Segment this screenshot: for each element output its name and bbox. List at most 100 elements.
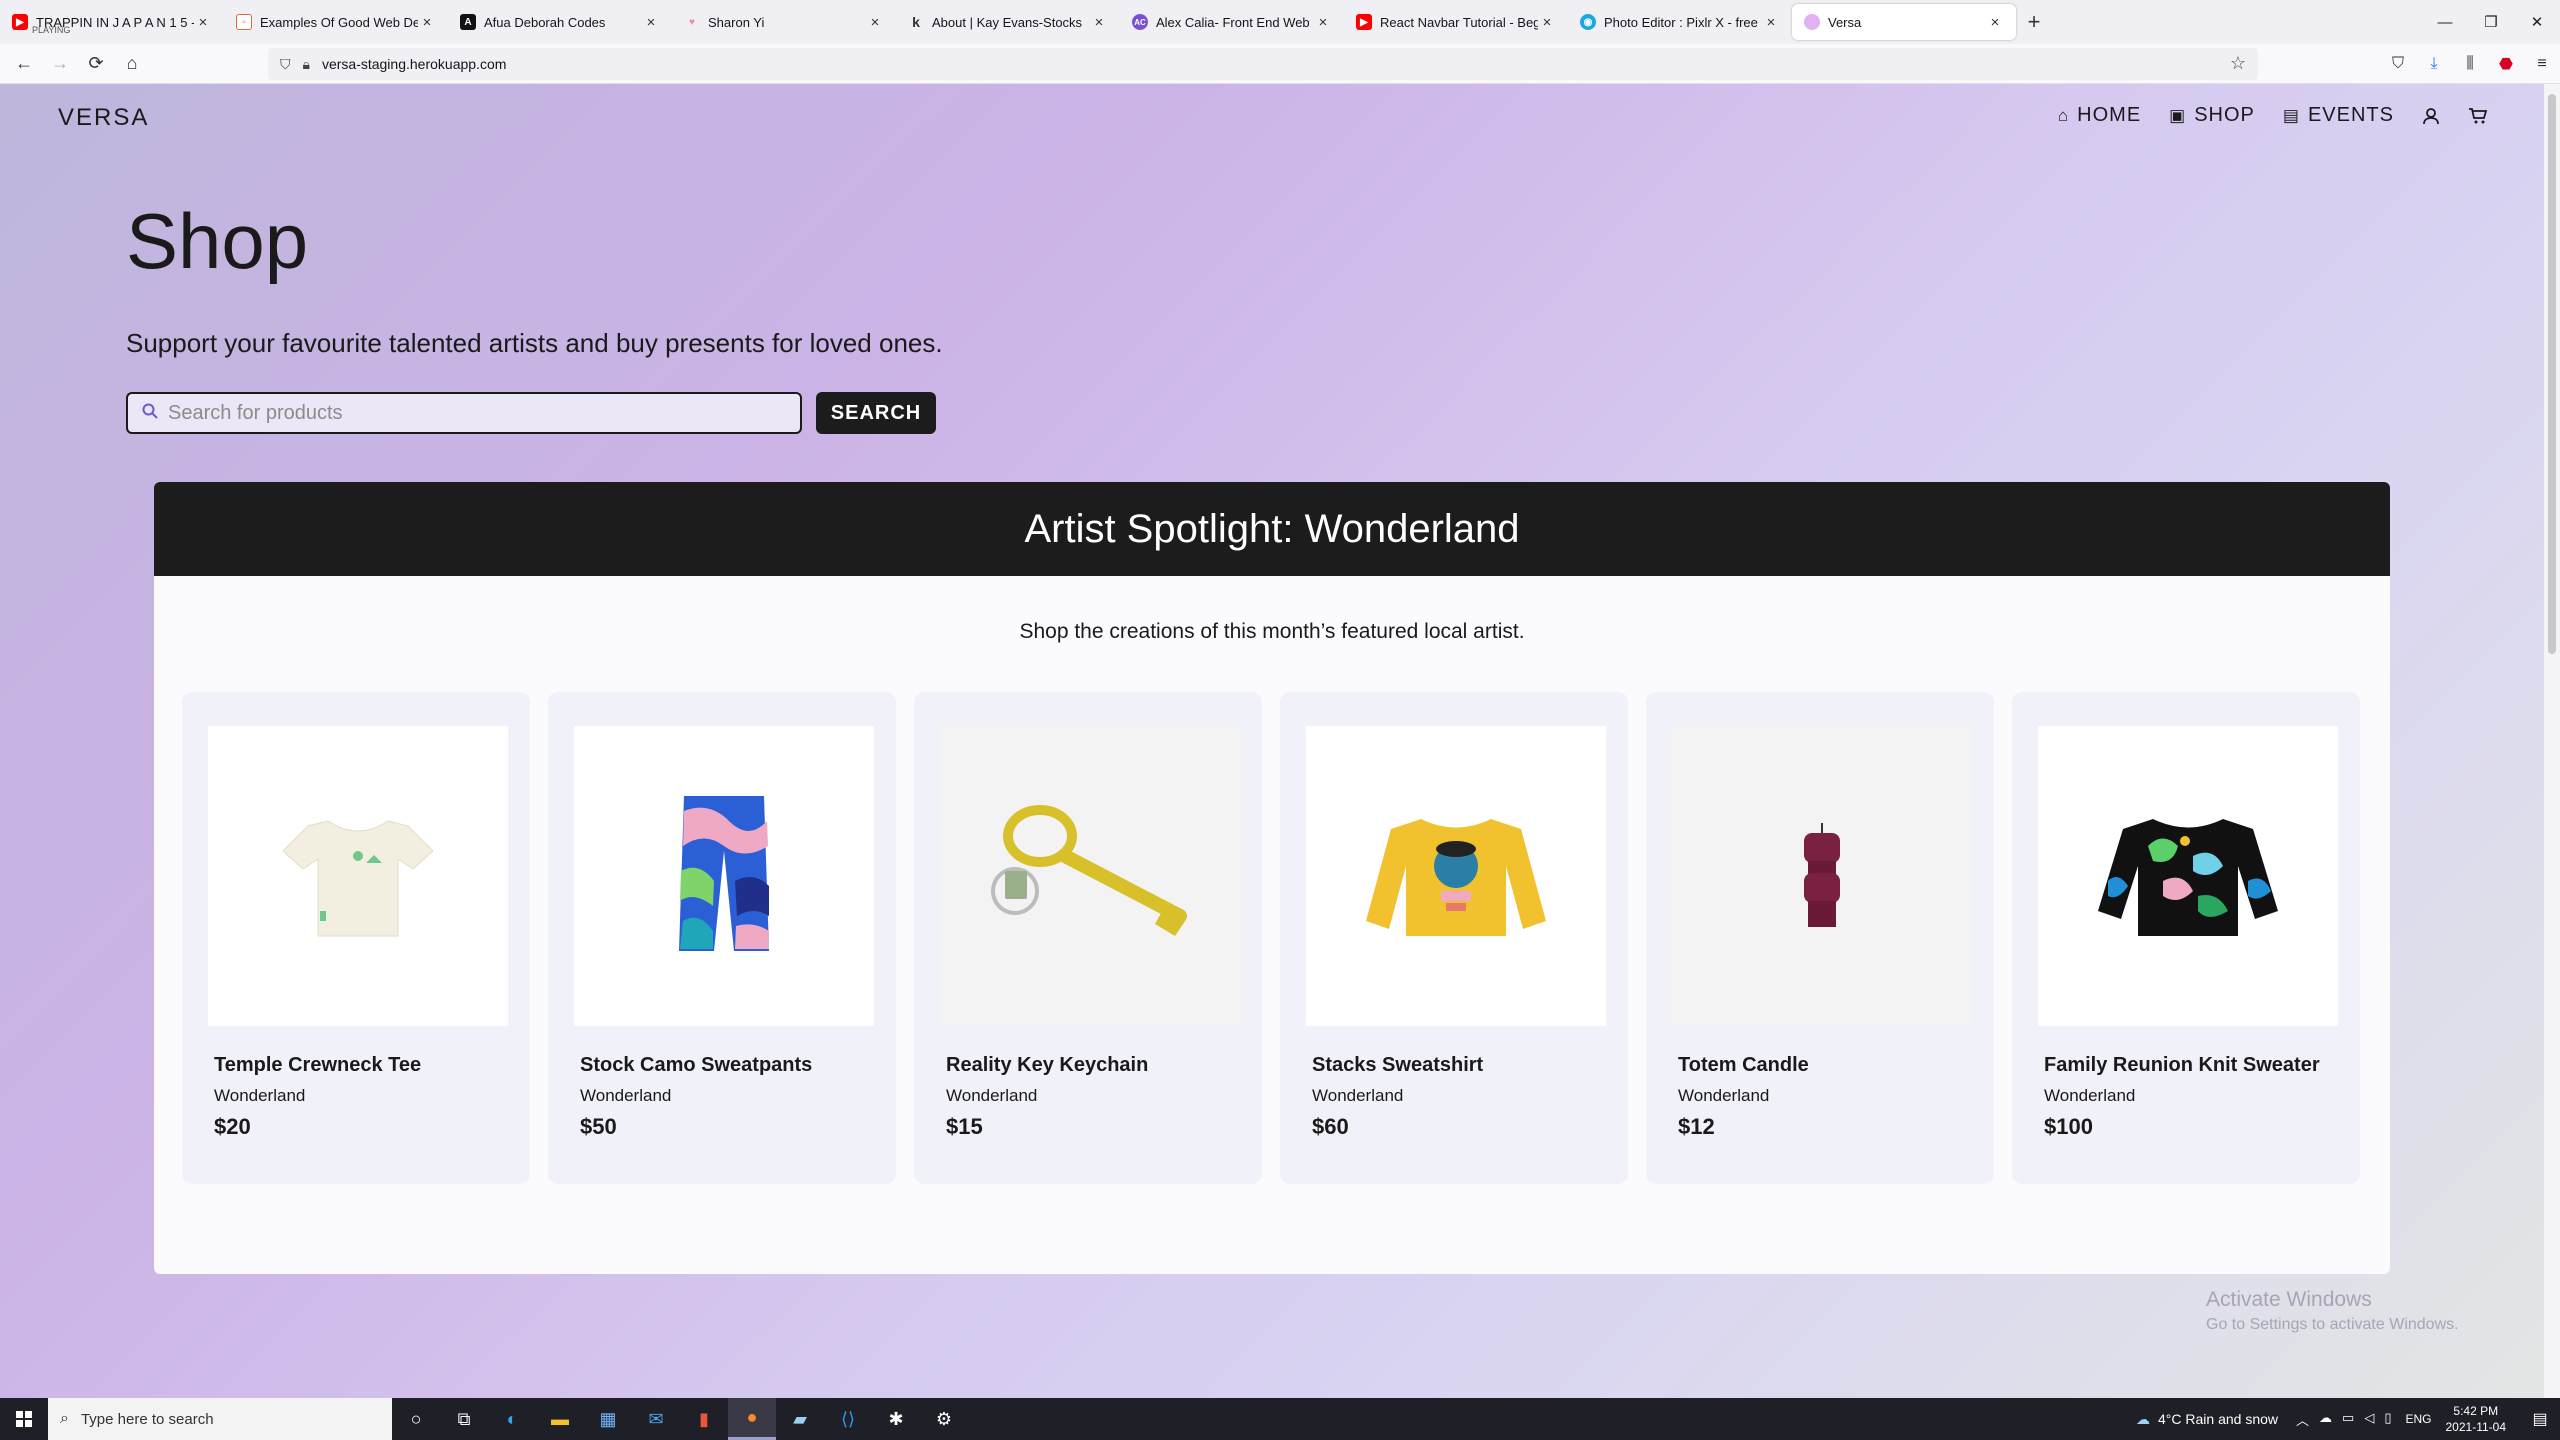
product-image-sweatpants[interactable]: [574, 726, 874, 1026]
tab-label: Versa: [1828, 14, 1862, 30]
close-icon[interactable]: ×: [1314, 14, 1332, 31]
product-card[interactable]: Stacks Sweatshirt Wonderland $60: [1280, 692, 1628, 1184]
product-image-sweatshirt[interactable]: [1306, 726, 1606, 1026]
tab-label: Afua Deborah Codes: [484, 14, 606, 30]
product-card[interactable]: Reality Key Keychain Wonderland $15: [914, 692, 1262, 1184]
minimize-icon[interactable]: —: [2422, 0, 2468, 44]
menu-icon[interactable]: ≡: [2524, 46, 2560, 82]
edge-icon[interactable]: ◐: [488, 1398, 536, 1440]
taskbar-search[interactable]: ⌕ Type here to search: [48, 1398, 392, 1440]
url-text[interactable]: versa-staging.herokuapp.com: [322, 56, 506, 72]
close-icon[interactable]: ×: [1986, 14, 2004, 31]
close-icon[interactable]: ×: [1090, 14, 1108, 31]
close-icon[interactable]: ×: [194, 14, 212, 31]
windows-start-icon[interactable]: [0, 1398, 48, 1440]
battery-icon[interactable]: ▯: [2384, 1410, 2391, 1429]
tab-afua-deborah[interactable]: A Afua Deborah Codes ×: [448, 0, 672, 44]
task-view-icon[interactable]: ⧉: [440, 1398, 488, 1440]
nav-home[interactable]: ⌂ HOME: [2058, 104, 2141, 127]
tab-react-navbar[interactable]: ▶ React Navbar Tutorial - Beginne ×: [1344, 0, 1568, 44]
tab-sharon-yi[interactable]: ♥ Sharon Yi ×: [672, 0, 896, 44]
page-scrollbar[interactable]: [2544, 84, 2560, 1398]
search-button[interactable]: SEARCH: [816, 392, 936, 434]
lock-icon[interactable]: 🔒︎: [303, 56, 310, 73]
product-name[interactable]: Stacks Sweatshirt: [1312, 1054, 1483, 1077]
firefox-icon[interactable]: ●: [728, 1398, 776, 1440]
address-bar[interactable]: ⛉ 🔒︎ versa-staging.herokuapp.com ☆: [268, 48, 2258, 80]
product-name[interactable]: Stock Camo Sweatpants: [580, 1054, 812, 1077]
nav-events[interactable]: ▤ EVENTS: [2283, 104, 2394, 127]
tab-alex-calia[interactable]: AC Alex Calia- Front End Web Deve ×: [1120, 0, 1344, 44]
notification-icon[interactable]: ▤: [2520, 1409, 2560, 1429]
nav-home-label: HOME: [2077, 104, 2142, 126]
back-arrow-icon[interactable]: ←: [6, 46, 42, 82]
product-card[interactable]: Totem Candle Wonderland $12: [1646, 692, 1994, 1184]
bookmark-star-icon[interactable]: ☆: [2230, 53, 2246, 74]
product-image-keychain[interactable]: [940, 726, 1240, 1026]
product-card[interactable]: Stock Camo Sweatpants Wonderland $50: [548, 692, 896, 1184]
search-input[interactable]: [168, 401, 768, 425]
mail-icon[interactable]: ✉: [632, 1398, 680, 1440]
tab-label: Alex Calia- Front End Web Deve: [1156, 14, 1314, 30]
account-icon[interactable]: [2422, 107, 2440, 125]
onedrive-icon[interactable]: ☁: [2319, 1410, 2332, 1429]
search-box[interactable]: [126, 392, 802, 434]
store-icon[interactable]: ▦: [584, 1398, 632, 1440]
product-name[interactable]: Family Reunion Knit Sweater: [2044, 1054, 2320, 1077]
versa-icon: [1804, 14, 1820, 30]
shield-icon[interactable]: ⛉: [280, 56, 291, 73]
close-icon[interactable]: ×: [866, 14, 884, 31]
chevron-up-icon[interactable]: ︿: [2296, 1410, 2309, 1429]
new-tab-button[interactable]: +: [2016, 4, 2052, 40]
file-explorer-icon[interactable]: ▬: [536, 1398, 584, 1440]
language-indicator[interactable]: ENG: [2405, 1412, 2431, 1426]
tab-pixlr[interactable]: ◉ Photo Editor : Pixlr X - free imag ×: [1568, 0, 1792, 44]
product-image-candle[interactable]: [1672, 726, 1972, 1026]
clock[interactable]: 5:42 PM 2021-11-04: [2446, 1403, 2507, 1435]
network-icon[interactable]: ▭: [2342, 1410, 2354, 1429]
close-icon[interactable]: ×: [1538, 14, 1556, 31]
tab-examples-web-dev[interactable]: ▫ Examples Of Good Web Develo ×: [224, 0, 448, 44]
reload-icon[interactable]: ⟳: [78, 46, 114, 82]
close-window-icon[interactable]: ✕: [2514, 0, 2560, 44]
product-name[interactable]: Totem Candle: [1678, 1054, 1809, 1077]
extension-shield-icon[interactable]: ⬣: [2488, 46, 2524, 82]
artist-spotlight: Artist Spotlight: Wonderland Shop the cr…: [154, 482, 2390, 1274]
product-image-knit-sweater[interactable]: [2038, 726, 2338, 1026]
vscode-icon[interactable]: ⟨⟩: [824, 1398, 872, 1440]
browser-tab-bar: ▶ TRAPPIN IN J A P A N 1 5 - PLAYING × ▫…: [0, 0, 2560, 44]
watermark-line1: Activate Windows: [2206, 1288, 2372, 1311]
ac-icon: AC: [1132, 14, 1148, 30]
product-image-tee[interactable]: [208, 726, 508, 1026]
close-icon[interactable]: ×: [1762, 14, 1780, 31]
notepad-icon[interactable]: ▰: [776, 1398, 824, 1440]
forward-arrow-icon[interactable]: →: [42, 46, 78, 82]
weather-widget[interactable]: ☁ 4°C Rain and snow: [2136, 1411, 2278, 1428]
cortana-icon[interactable]: ○: [392, 1398, 440, 1440]
cart-icon[interactable]: [2468, 107, 2488, 125]
tab-kay-evans[interactable]: k About | Kay Evans-Stocks ×: [896, 0, 1120, 44]
tab-versa[interactable]: Versa ×: [1792, 4, 2016, 40]
product-name[interactable]: Temple Crewneck Tee: [214, 1054, 421, 1077]
product-price: $60: [1312, 1114, 1349, 1139]
slack-icon[interactable]: ✱: [872, 1398, 920, 1440]
pocket-icon[interactable]: ⛉: [2380, 46, 2416, 82]
weather-text: 4°C Rain and snow: [2158, 1411, 2279, 1427]
product-card[interactable]: Family Reunion Knit Sweater Wonderland $…: [2012, 692, 2360, 1184]
nav-shop[interactable]: ▣ SHOP: [2169, 104, 2255, 127]
close-icon[interactable]: ×: [642, 14, 660, 31]
restore-icon[interactable]: ❐: [2468, 0, 2514, 44]
home-icon[interactable]: ⌂: [114, 46, 150, 82]
office-icon[interactable]: ▮: [680, 1398, 728, 1440]
site-logo[interactable]: VERSA: [58, 104, 149, 132]
product-name[interactable]: Reality Key Keychain: [946, 1054, 1148, 1077]
scrollbar-thumb[interactable]: [2548, 94, 2556, 654]
product-card[interactable]: Temple Crewneck Tee Wonderland $20: [182, 692, 530, 1184]
library-icon[interactable]: ⫼: [2452, 46, 2488, 82]
close-icon[interactable]: ×: [418, 14, 436, 31]
settings-gear-icon[interactable]: ⚙: [920, 1398, 968, 1440]
volume-icon[interactable]: ◁: [2364, 1410, 2374, 1429]
tab-label: Photo Editor : Pixlr X - free imag: [1604, 14, 1762, 30]
tab-youtube-trappin[interactable]: ▶ TRAPPIN IN J A P A N 1 5 - PLAYING ×: [0, 0, 224, 44]
downloads-icon[interactable]: ⤓: [2416, 46, 2452, 82]
